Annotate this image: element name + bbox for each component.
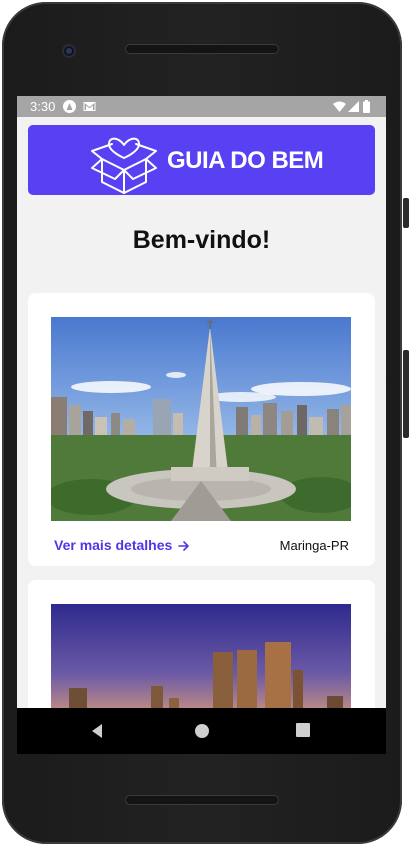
arrow-right-icon bbox=[178, 541, 190, 551]
location-label: Maringa-PR bbox=[279, 538, 349, 553]
battery-icon bbox=[363, 100, 370, 113]
brand-title: GUIA DO BEM bbox=[167, 147, 324, 174]
status-bar: 3:30 bbox=[17, 96, 386, 117]
home-icon[interactable] bbox=[194, 723, 210, 739]
app-header: GUIA DO BEM bbox=[28, 125, 375, 195]
status-time: 3:30 bbox=[30, 99, 56, 114]
volume-button bbox=[403, 350, 409, 438]
city-sunset-photo bbox=[51, 604, 351, 708]
place-card: Ver mais detalhes Maringa-PR bbox=[28, 293, 375, 566]
power-button bbox=[403, 198, 409, 228]
android-auto-icon bbox=[63, 100, 76, 113]
navigation-bar bbox=[17, 708, 386, 754]
gmail-icon bbox=[83, 102, 96, 111]
welcome-heading: Bem-vindo! bbox=[132, 226, 271, 254]
cathedral-photo bbox=[51, 317, 351, 521]
details-link[interactable]: Ver mais detalhes bbox=[54, 537, 190, 553]
recents-icon[interactable] bbox=[296, 723, 310, 737]
back-icon[interactable] bbox=[90, 723, 104, 739]
signal-icon bbox=[348, 101, 359, 112]
details-link-label: Ver mais detalhes bbox=[54, 537, 173, 553]
front-camera bbox=[62, 44, 76, 58]
wifi-icon bbox=[333, 101, 346, 112]
device-frame: 3:30 GUIA DO BEM Bem-vindo! Ver mais det… bbox=[0, 0, 409, 849]
top-speaker bbox=[125, 44, 279, 54]
place-card bbox=[28, 580, 375, 708]
heart-box-icon bbox=[91, 137, 157, 194]
app-screen: 3:30 GUIA DO BEM Bem-vindo! Ver mais det… bbox=[17, 96, 386, 708]
bottom-speaker bbox=[125, 795, 279, 805]
